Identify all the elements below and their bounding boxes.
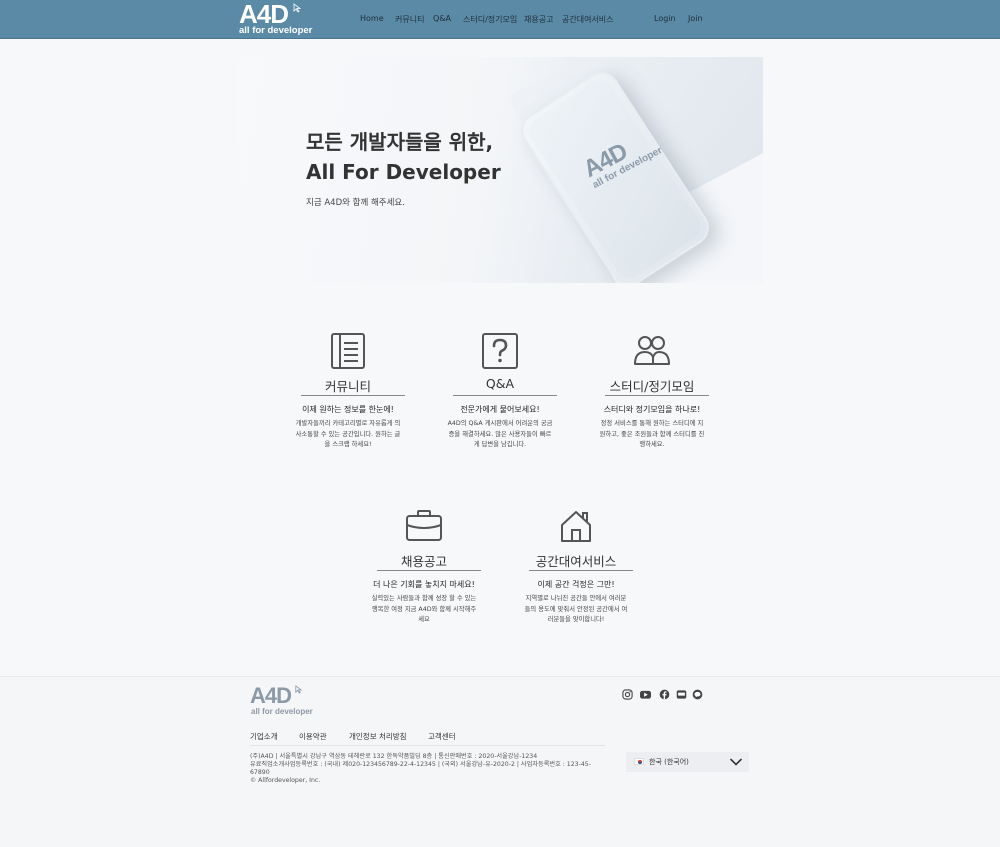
feature-divider [605,395,709,396]
feature-description: 지역별로 나뉘진 공간들 안에서 여러분들의 용도에 맞춰서 안정된 공간에서 … [524,595,628,623]
korea-flag-icon [634,758,644,765]
blog-icon[interactable] [676,689,687,700]
feature-title: Q&A [485,376,515,391]
hero-title: 모든 개발자들을 위한, All For Developer [306,127,501,187]
nav-study[interactable]: 스터디/정기모임 [463,14,517,25]
footer-divider [250,745,605,746]
instagram-icon[interactable] [622,689,633,700]
footer-logo-cursor-icon [295,685,303,694]
logo-cursor-icon [293,3,302,13]
footer-link-terms[interactable]: 이용약관 [299,731,327,742]
feature-card-study[interactable]: 스터디/정기모임 스터디와 정기모임을 하나로! 정정 서비스를 통해 원하는 … [587,331,717,448]
nav-community[interactable]: 커뮤니티 [395,14,424,25]
hero-title-line-1: 모든 개발자들을 위한, [306,130,494,154]
community-icon [331,333,365,369]
login-link[interactable]: Login [654,14,676,23]
briefcase-icon [406,510,442,541]
language-selector[interactable]: 한국 (한국어) [626,752,749,772]
feature-description: 개발자들끼리 카테고리별로 자유롭게 의사소통할 수 있는 공간입니다. 원하는… [295,420,401,448]
logo-tagline: all for developer [239,25,313,36]
feature-divider [453,395,557,396]
feature-title: 채용공고 [400,554,447,569]
feature-divider [301,395,405,396]
hero-title-line-2: All For Developer [306,160,501,184]
kakao-icon[interactable] [692,689,703,700]
footer-logo-tagline: all for developer [251,707,313,716]
feature-title: 커뮤니티 [324,379,371,394]
chevron-down-icon [730,758,742,766]
question-icon [482,333,518,369]
copyright-text: © Allfordeveloper, Inc. [250,777,321,784]
top-navigation-bar: A4D all for developer Home 커뮤니티 Q&A 스터디/… [0,0,1000,39]
site-logo[interactable]: A4D all for developer [239,0,313,38]
feature-tagline: 이제 공간 걱정은 그만! [537,580,615,589]
hero-banner: A4D all for developer 모든 개발자들을 위한, All F… [238,57,763,283]
feature-tagline: 더 나은 기회를 놓치지 마세요! [373,580,475,589]
facebook-icon[interactable] [659,689,670,700]
feature-description: 실력있는 사람들과 함께 성장 할 수 있는 행복한 여정 지금 A4D와 함께… [371,595,477,623]
company-info-line: 유료직업소개사업등록번호 : (국내) 제020-123456789-22-4-… [250,761,591,776]
feature-tagline: 이제 원하는 정보를 한눈에! [302,405,394,414]
feature-divider [529,570,633,571]
nav-jobs[interactable]: 채용공고 [524,14,553,25]
feature-title: 스터디/정기모임 [609,379,695,394]
feature-tagline: 전문가에게 물어보세요! [460,405,540,414]
join-link[interactable]: Join [688,14,703,23]
feature-card-community[interactable]: 커뮤니티 이제 원하는 정보를 한눈에! 개발자들끼리 카테고리별로 자유롭게 … [283,331,413,448]
nav-space-rental[interactable]: 공간대여서비스 [562,14,614,25]
feature-tagline: 스터디와 정기모임을 하나로! [603,405,701,414]
feature-card-jobs[interactable]: 채용공고 더 나은 기회를 놓치지 마세요! 실력있는 사람들과 함께 성장 할… [359,506,489,623]
feature-title: 공간대여서비스 [535,554,617,569]
company-info-line: (주)A4D | 서울특별시 강남구 역삼동 테헤란로 132 한독약품빌딩 8… [250,753,538,760]
language-selector-value: 한국 (한국어) [649,758,689,766]
footer-link-about[interactable]: 기업소개 [250,731,278,742]
hero-subtitle: 지금 A4D와 함께 해주세요. [306,198,405,208]
company-info: (주)A4D | 서울특별시 강남구 역삼동 테헤란로 132 한독약품빌딩 8… [250,753,595,785]
feature-card-qna[interactable]: Q&A 전문가에게 물어보세요! A4D의 Q&A 게시판에서 어려운의 궁금증… [435,331,565,448]
feature-description: 정정 서비스를 통해 원하는 스터디에 지원하고, 좋은 조원들과 함께 스터디… [599,420,705,448]
footer-logo-mark: A4D [250,683,292,708]
home-icon [561,511,591,542]
footer-link-support[interactable]: 고객센터 [428,731,456,742]
people-icon [634,336,670,365]
nav-home[interactable]: Home [360,14,384,23]
footer-link-privacy[interactable]: 개인정보 처리방침 [349,731,407,742]
feature-divider [377,570,481,571]
feature-card-space-rental[interactable]: 공간대여서비스 이제 공간 걱정은 그만! 지역별로 나뉘진 공간들 안에서 여… [511,506,641,623]
nav-qna[interactable]: Q&A [433,14,451,23]
feature-description: A4D의 Q&A 게시판에서 어려운의 궁금증을 해결하세요. 많은 사용자들이… [447,420,553,448]
youtube-icon[interactable] [639,689,652,700]
